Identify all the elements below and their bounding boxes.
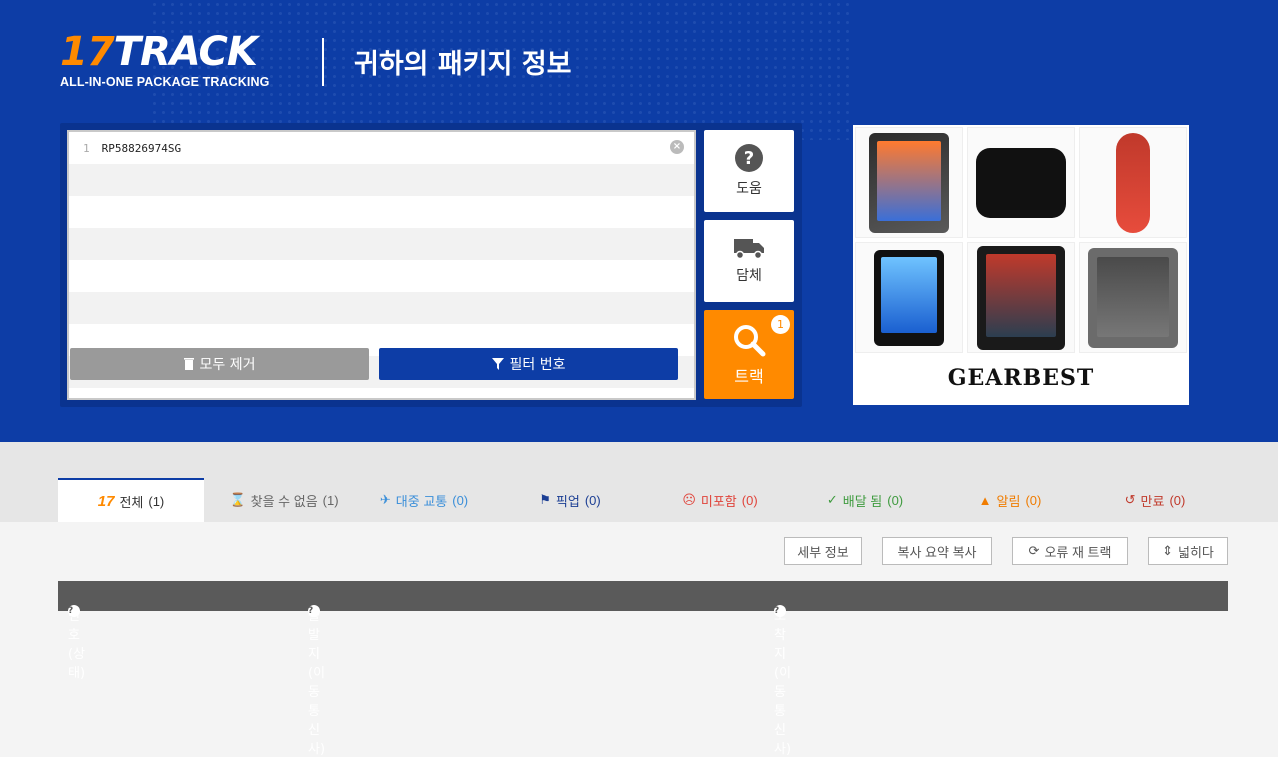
results-table-header: 번호 (상태)? 출발지 (이동 통신사)? 도착지 (이동 통신사)?	[58, 581, 1228, 757]
clear-all-label: 모두 제거	[199, 357, 256, 373]
header-divider	[322, 38, 324, 86]
logo-tagline: ALL-IN-ONE PACKAGE TRACKING	[60, 75, 270, 89]
tab-label: 전체	[119, 494, 144, 510]
retrack-errors-button[interactable]: ⟳ 오류 재 트랙	[1012, 537, 1128, 565]
tab-label: 알림	[996, 493, 1021, 509]
details-label: 세부 정보	[797, 544, 849, 560]
tab-count: (1)	[148, 493, 165, 509]
copy-summary-label: 복사 요약 복사	[897, 544, 977, 560]
history-icon: ↺	[1124, 492, 1136, 507]
help-icon[interactable]: ?	[308, 605, 320, 617]
tab-count: (0)	[452, 492, 469, 508]
carrier-button[interactable]: 담체	[704, 220, 794, 302]
tab-label: 픽업	[555, 493, 580, 509]
input-line: 1 RP58826974SG	[69, 132, 694, 164]
svg-text:?: ?	[744, 148, 754, 169]
expand-label: 넓히다	[1178, 544, 1214, 560]
logo-number: 17	[60, 29, 115, 75]
flag-icon: ⚑	[539, 492, 551, 507]
help-icon[interactable]: ?	[774, 605, 786, 617]
help-label: 도움	[736, 181, 762, 197]
advertisement-banner[interactable]: ⓘ ✕ GEARBEST	[853, 125, 1189, 405]
track-count-badge: 1	[771, 315, 790, 334]
tab-pickup[interactable]: ⚑ 픽업 (0)	[510, 478, 630, 522]
tab-count: (0)	[584, 492, 601, 508]
expand-icon: ⇕	[1162, 543, 1173, 558]
tab-undelivered[interactable]: ☹ 미포함 (0)	[660, 478, 780, 522]
tracking-input-panel: 1 RP58826974SG × 모두 제거 필터 번호	[60, 123, 802, 407]
ad-product-image[interactable]	[967, 242, 1075, 353]
clear-input-icon[interactable]: ×	[670, 140, 684, 154]
tab-delivered[interactable]: ✓ 배달 됨 (0)	[805, 478, 925, 522]
ad-product-image[interactable]	[1079, 242, 1187, 353]
tab-expired[interactable]: ↺ 만료 (0)	[1095, 478, 1215, 522]
tab-alert[interactable]: ▲ 알림 (0)	[950, 478, 1070, 522]
details-button[interactable]: 세부 정보	[784, 537, 862, 565]
col-origin-label: 출발지 (이동 통신사)	[308, 609, 326, 757]
tab-all[interactable]: 17 전체 (1)	[58, 478, 204, 522]
tab-label: 미포함	[700, 493, 737, 509]
col-destination-label: 도착지 (이동 통신사)	[774, 609, 792, 757]
warning-icon: ▲	[978, 492, 992, 508]
track-button[interactable]: 트랙 1	[704, 310, 794, 399]
tab-label: 배달 됨	[842, 493, 883, 509]
hourglass-icon: ⌛	[229, 492, 246, 507]
tab-count: (0)	[1025, 492, 1042, 508]
filter-numbers-button[interactable]: 필터 번호	[379, 348, 678, 380]
filter-label: 필터 번호	[509, 357, 566, 373]
ad-product-image[interactable]	[855, 127, 963, 238]
ad-product-image[interactable]	[855, 242, 963, 353]
tab-label: 찾을 수 없음	[250, 493, 318, 509]
truck-icon	[734, 239, 764, 259]
brand-logo[interactable]: 17TRACK ALL-IN-ONE PACKAGE TRACKING	[60, 32, 269, 89]
retrack-label: 오류 재 트랙	[1044, 544, 1112, 560]
tab-count: (1)	[322, 492, 339, 508]
help-icon[interactable]: ?	[68, 605, 80, 617]
help-button[interactable]: ? 도움	[704, 130, 794, 212]
ad-product-image[interactable]	[1079, 127, 1187, 238]
carrier-label: 담체	[736, 268, 762, 284]
copy-summary-button[interactable]: 복사 요약 복사	[882, 537, 992, 565]
tracking-number-text: RP58826974SG	[101, 141, 182, 155]
plane-icon: ✈	[379, 492, 391, 507]
tab-label: 대중 교통	[395, 493, 448, 509]
track-label: 트랙	[734, 366, 764, 386]
page-title: 귀하의 패키지 정보	[354, 49, 572, 80]
clear-all-button[interactable]: 모두 제거	[70, 348, 369, 380]
trash-icon	[183, 358, 194, 370]
question-icon: ?	[735, 144, 763, 172]
ad-brand-logo: GEARBEST	[947, 365, 1095, 391]
tab-count: (0)	[741, 492, 758, 508]
tab-count: (0)	[1169, 492, 1186, 508]
tab-label: 만료	[1140, 493, 1165, 509]
expand-button[interactable]: ⇕ 넓히다	[1148, 537, 1228, 565]
refresh-icon: ⟳	[1028, 543, 1040, 558]
sad-face-icon: ☹	[682, 492, 696, 507]
logo-text: TRACK	[113, 29, 258, 75]
search-icon	[734, 324, 766, 356]
check-icon: ✓	[826, 492, 838, 507]
line-number: 1	[83, 141, 90, 155]
tab-in-transit[interactable]: ✈ 대중 교통 (0)	[364, 478, 484, 522]
logo-17-icon: 17	[97, 492, 115, 510]
tab-count: (0)	[887, 492, 904, 508]
tab-not-found[interactable]: ⌛ 찾을 수 없음 (1)	[204, 478, 364, 522]
filter-icon	[491, 358, 504, 370]
ad-product-image[interactable]	[967, 127, 1075, 238]
